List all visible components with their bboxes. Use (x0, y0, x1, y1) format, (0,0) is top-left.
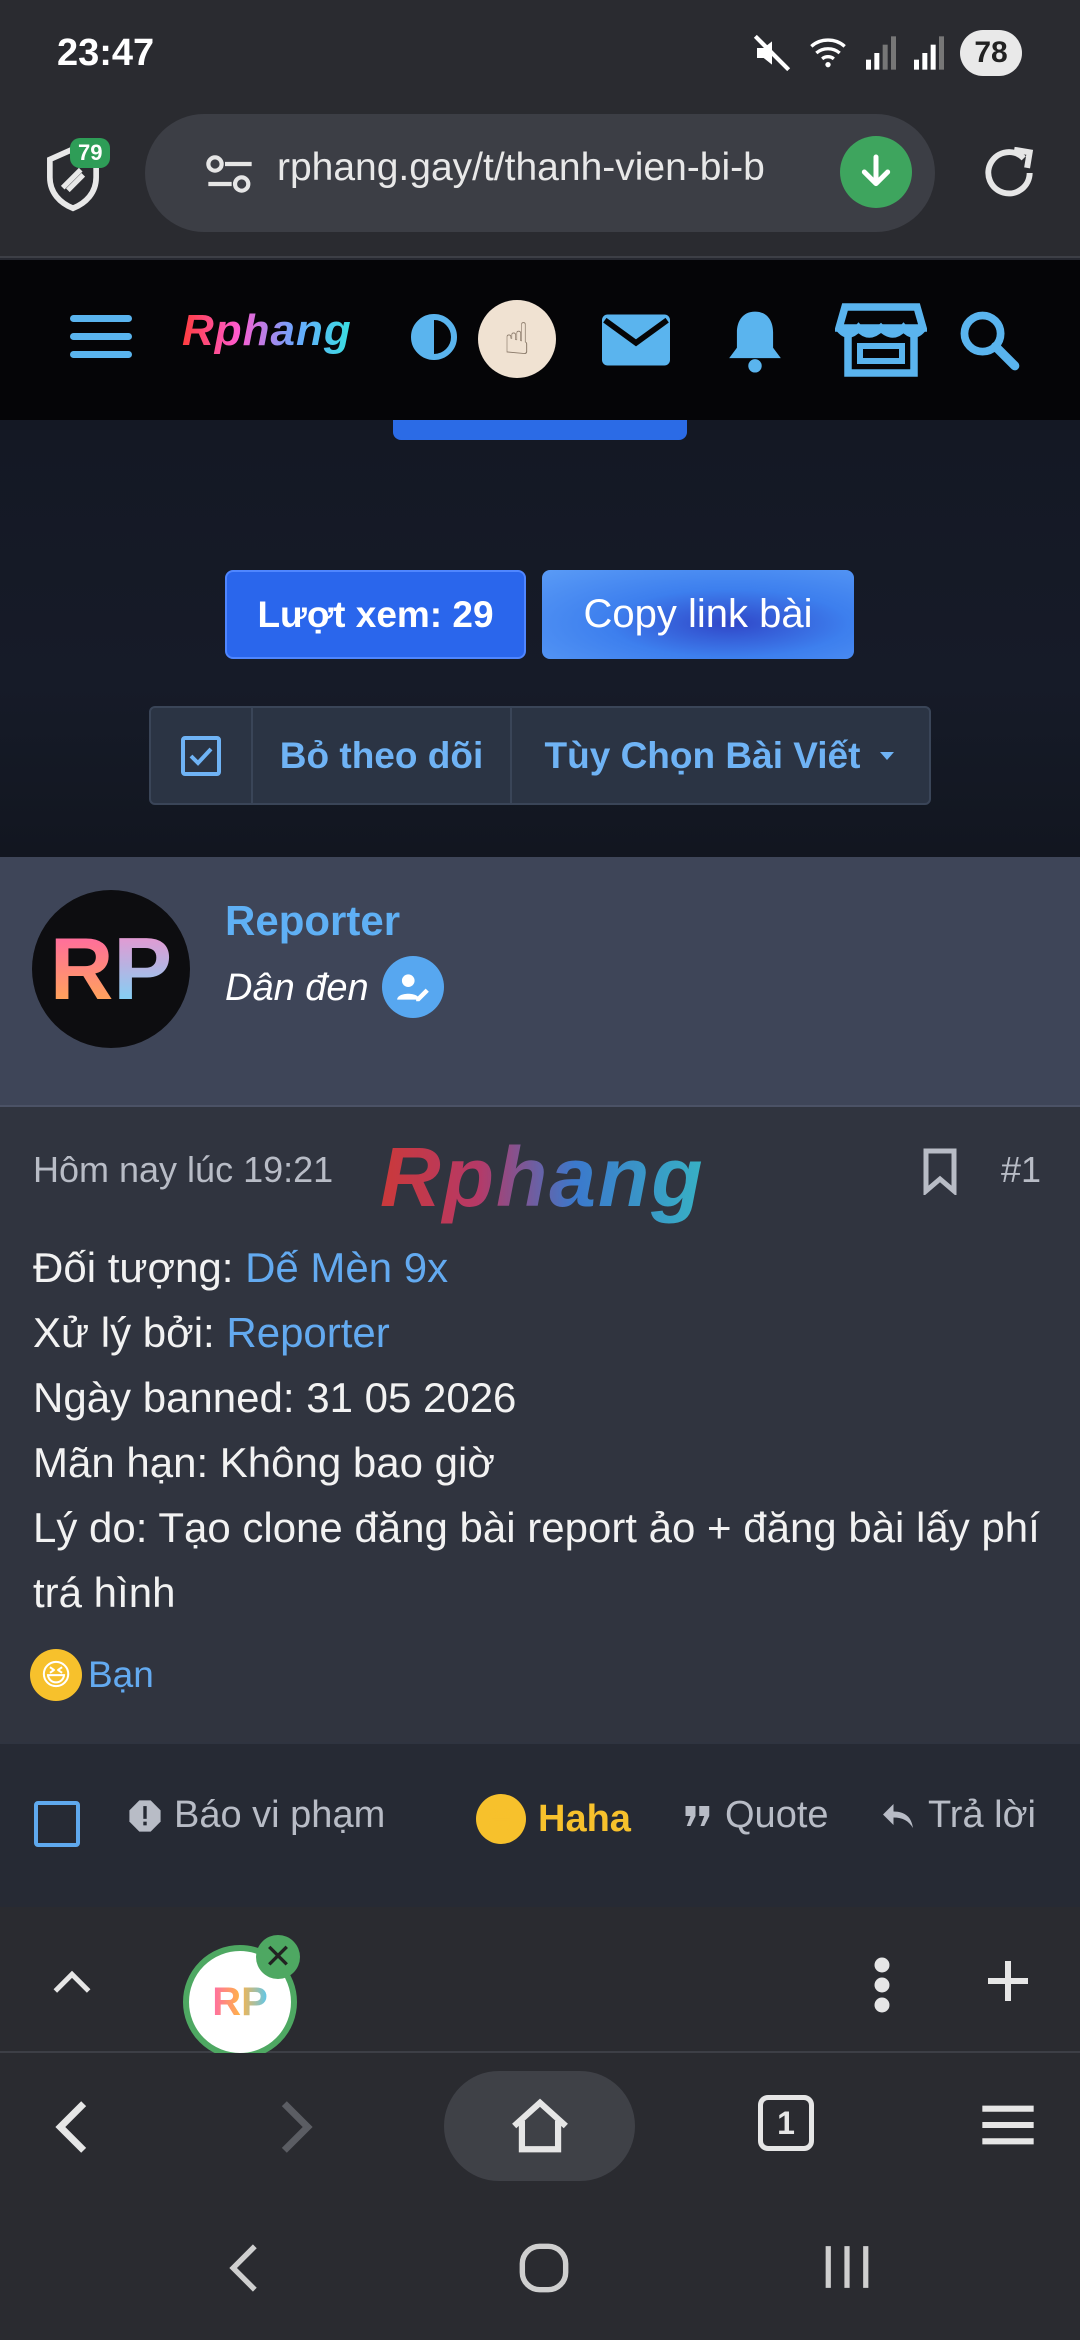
home-button[interactable] (444, 2071, 635, 2181)
copy-link-button[interactable]: Copy link bài (542, 570, 854, 659)
thread-toolbar: Bỏ theo dõi Tùy Chọn Bài Viết (149, 706, 931, 805)
haha-label: Haha (538, 1797, 631, 1840)
caret-down-icon (880, 751, 895, 760)
new-tab-icon[interactable] (984, 1957, 1032, 2005)
close-tab-icon[interactable]: ✕ (256, 1935, 300, 1979)
status-icons: 78 (752, 30, 1022, 76)
haha-icon: 😆 (476, 1794, 526, 1844)
reason-line: Lý do: Tạo clone đăng bài report ảo + đă… (33, 1504, 1040, 1616)
site-header: Rphang ☝ (0, 260, 1080, 420)
handled-line: Xử lý bởi: Reporter (33, 1309, 390, 1356)
post-body: Đối tượng: Dế Mèn 9x Xử lý bởi: Reporter… (33, 1235, 1043, 1625)
download-button[interactable] (840, 136, 912, 208)
expiry-line: Mãn hạn: Không bao giờ (33, 1439, 495, 1486)
site-settings-icon[interactable] (205, 154, 255, 194)
browser-tab-strip: RP ✕ (0, 1907, 1080, 2059)
report-label: Báo vi phạm (174, 1794, 386, 1836)
thread-header-area: Lượt xem: 29 Copy link bài Bỏ theo dõi T… (0, 420, 1080, 857)
search-icon (960, 311, 1020, 371)
thread-options-dropdown[interactable]: Tùy Chọn Bài Viết (512, 708, 929, 803)
unwatch-label: Bỏ theo dõi (279, 734, 484, 776)
banned-date-line: Ngày banned: 31 05 2026 (33, 1374, 517, 1421)
reply-button[interactable]: Trả lời (880, 1794, 1036, 1837)
views-button[interactable]: Lượt xem: 29 (225, 570, 526, 659)
conversations-button[interactable] (600, 302, 672, 378)
mute-icon (753, 34, 791, 72)
post-message: Hôm nay lúc 19:21 Rphang #1 Đối tượng: D… (0, 1107, 1080, 1742)
theme-toggle-icon[interactable] (410, 313, 458, 361)
quote-icon (685, 1805, 710, 1826)
target-line: Đối tượng: Dế Mèn 9x (33, 1244, 449, 1291)
user-edit-icon (397, 974, 429, 1002)
select-thread-checkbox[interactable] (151, 708, 253, 803)
chevron-up-icon[interactable] (52, 1967, 92, 1995)
haha-emoji-icon: 😆 (30, 1649, 82, 1701)
report-button[interactable]: Báo vi phạm (128, 1794, 385, 1837)
more-vert-icon[interactable] (870, 1955, 894, 2015)
author-avatar[interactable]: RP (32, 890, 190, 1048)
tab-switcher-button[interactable]: 1 (758, 2095, 814, 2151)
system-nav-bar (0, 2198, 1080, 2340)
reply-label: Trả lời (928, 1794, 1036, 1836)
system-back-icon[interactable] (226, 2242, 262, 2294)
reaction-user[interactable]: Bạn (88, 1654, 154, 1696)
author-name[interactable]: Reporter (225, 897, 400, 945)
thread-options-label: Tùy Chọn Bài Viết (544, 734, 861, 776)
signal-icon (866, 36, 896, 70)
post-author-block: RP Reporter Dân đen (0, 857, 1080, 1107)
unwatch-button[interactable]: Bỏ theo dõi (253, 708, 512, 803)
shop-button[interactable] (834, 302, 928, 378)
quote-label: Quote (725, 1794, 829, 1836)
post-actions-bar: Báo vi phạm 😆 Haha Quote Trả lời (0, 1742, 1080, 1907)
post-timestamp[interactable]: Hôm nay lúc 19:21 (33, 1149, 333, 1191)
alerts-button[interactable] (720, 302, 790, 378)
back-icon[interactable] (50, 2099, 94, 2155)
verified-badge (382, 956, 444, 1018)
bell-icon (729, 311, 781, 373)
system-home-icon[interactable] (518, 2242, 570, 2294)
wifi-icon (810, 38, 846, 68)
checkbox-checked-icon (181, 735, 221, 776)
arrow-down-icon (861, 154, 891, 187)
watermark-logo: Rphang (380, 1130, 705, 1224)
select-post-checkbox[interactable] (34, 1801, 80, 1847)
url-text[interactable]: rphang.gay/t/thanh-vien-bi-b (277, 146, 822, 190)
avatar-letter-r: R (49, 919, 114, 1018)
reload-icon[interactable] (978, 142, 1040, 204)
privacy-shield-button[interactable]: 79 (42, 138, 111, 216)
address-bar[interactable]: rphang.gay/t/thanh-vien-bi-b (145, 114, 935, 232)
author-title: Dân đen (225, 967, 369, 1009)
browser-toolbar: 79 rphang.gay/t/thanh-vien-bi-b (0, 112, 1080, 258)
avatar-letter-p: P (113, 919, 173, 1018)
haha-reaction-button[interactable]: 😆 Haha (476, 1794, 631, 1844)
menu-icon[interactable] (70, 315, 132, 359)
battery-indicator: 78 (960, 30, 1022, 76)
search-button[interactable] (956, 302, 1022, 378)
handler-user-link[interactable]: Reporter (226, 1309, 389, 1356)
system-recents-icon[interactable] (822, 2244, 872, 2290)
reactions-summary[interactable]: 😆 Bạn (30, 1649, 154, 1701)
user-avatar[interactable]: ☝ (478, 300, 556, 378)
bookmark-icon[interactable] (922, 1147, 958, 1195)
forward-icon (281, 2101, 313, 2153)
target-user-link[interactable]: Dế Mèn 9x (245, 1244, 448, 1291)
browser-nav-bar: 1 (0, 2053, 1080, 2198)
status-bar: 23:47 78 (0, 0, 1080, 112)
home-icon (511, 2098, 568, 2153)
store-icon (835, 303, 927, 377)
post-number[interactable]: #1 (1001, 1149, 1041, 1191)
signal-icon-2 (914, 36, 944, 70)
alert-icon (129, 1799, 161, 1832)
quote-button[interactable]: Quote (683, 1794, 829, 1837)
shield-badge: 79 (70, 138, 111, 168)
site-logo[interactable]: Rphang (182, 306, 352, 356)
reply-icon (883, 1803, 913, 1828)
tab-thumbnail-text: RP (212, 1979, 268, 2024)
menu-lines-icon[interactable] (980, 2103, 1036, 2147)
mail-icon (602, 314, 670, 366)
status-time: 23:47 (57, 32, 155, 74)
partial-button[interactable] (393, 420, 687, 440)
